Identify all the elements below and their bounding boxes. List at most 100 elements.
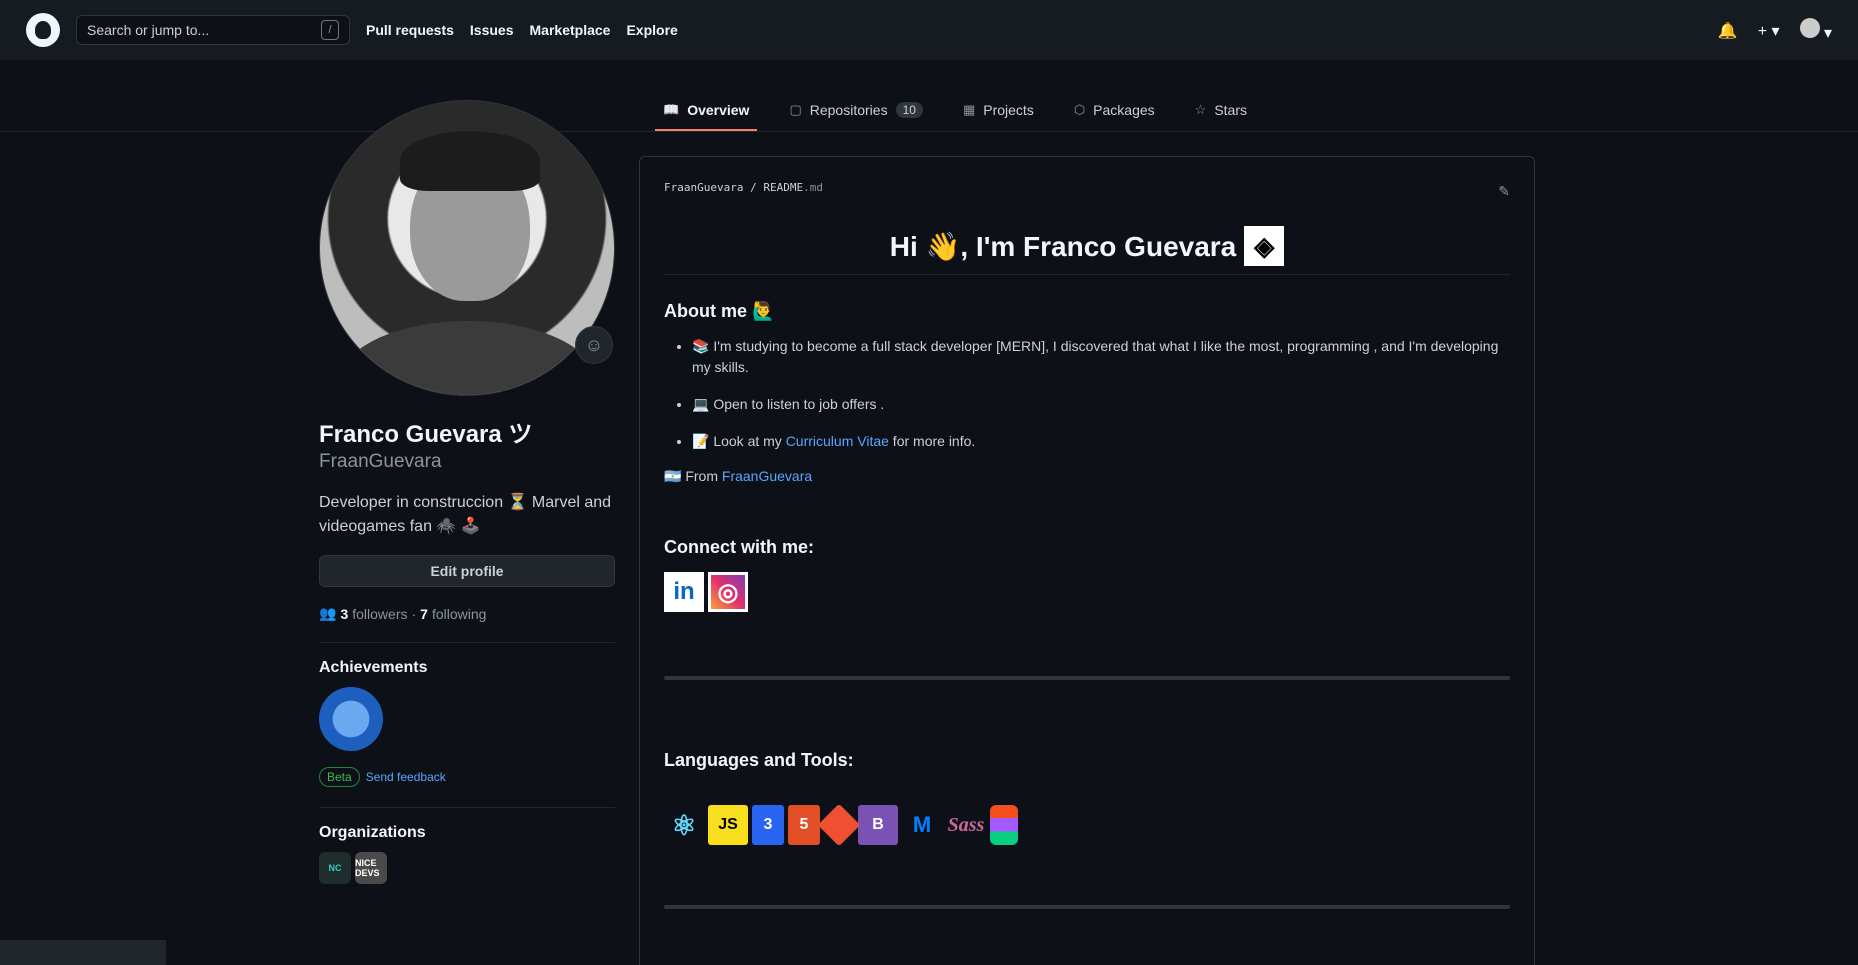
follow-stats: 👥 3 followers · 7 following: [319, 605, 615, 622]
package-icon: ⬡: [1073, 102, 1086, 117]
readme-owner[interactable]: FraanGuevara: [664, 181, 743, 194]
personal-logo-icon: ◈: [1244, 226, 1285, 266]
sass-icon[interactable]: Sass: [946, 805, 986, 845]
tab-projects[interactable]: ▦ Projects: [955, 90, 1042, 130]
bootstrap-icon[interactable]: B: [858, 805, 898, 845]
nav-issues[interactable]: Issues: [470, 22, 514, 38]
tab-repositories[interactable]: ▢ Repositories 10: [781, 90, 930, 130]
figma-icon[interactable]: [990, 805, 1018, 845]
top-header: Search or jump to... / Pull requests Iss…: [0, 0, 1858, 60]
repo-count-badge: 10: [895, 102, 923, 118]
html5-icon[interactable]: 5: [788, 805, 820, 845]
path-slash: /: [750, 181, 757, 194]
repo-icon: ▢: [789, 102, 802, 117]
people-icon: 👥: [319, 605, 337, 621]
profile-bio: Developer in construccion ⏳ Marvel and v…: [319, 494, 612, 535]
divider: [319, 642, 615, 643]
readme-box: FraanGuevara / README.md ✎ Hi 👋, I'm Fra…: [639, 156, 1535, 965]
slash-shortcut-badge: /: [321, 20, 339, 40]
git-icon[interactable]: [817, 803, 861, 847]
horizontal-rule: [664, 676, 1510, 680]
followers-count[interactable]: 3: [340, 606, 348, 622]
org-avatar[interactable]: NC: [319, 852, 351, 884]
linkedin-icon[interactable]: in: [664, 572, 704, 612]
item-text: 📝 Look at my: [692, 433, 786, 449]
languages-title: Languages and Tools:: [664, 750, 854, 770]
tab-stars[interactable]: ☆ Stars: [1187, 90, 1255, 130]
send-feedback-link[interactable]: Send feedback: [366, 770, 446, 784]
nav-pull-requests[interactable]: Pull requests: [366, 22, 454, 38]
avatar-body-shape: [340, 321, 596, 395]
readme-file[interactable]: README: [763, 181, 803, 194]
curriculum-vitae-link[interactable]: Curriculum Vitae: [786, 433, 889, 449]
tools-list: ⚛ JS 3 5 B M Sass: [664, 803, 1510, 847]
tab-overview[interactable]: 📖 Overview: [655, 90, 758, 131]
book-icon: 📖: [663, 102, 680, 117]
beta-label: Beta: [319, 767, 360, 787]
following-count[interactable]: 7: [420, 606, 428, 622]
header-actions: 🔔 + ▾ ▾: [1718, 18, 1832, 43]
greeting-text: Hi 👋, I'm Franco Guevara: [889, 230, 1237, 262]
profile-tabs: 📖 Overview ▢ Repositories 10 ▦ Projects …: [0, 60, 1858, 132]
nav-explore[interactable]: Explore: [626, 22, 677, 38]
following-link[interactable]: following: [432, 606, 486, 622]
about-list: 📚 I'm studying to become a full stack de…: [664, 336, 1510, 452]
chevron-down-icon: ▾: [1823, 25, 1832, 42]
flag-icon: 🇦🇷: [664, 468, 682, 484]
achievement-badge-icon[interactable]: [319, 687, 383, 751]
profile-full-name: Franco Guevara ツ: [319, 421, 533, 448]
top-nav: Pull requests Issues Marketplace Explore: [366, 22, 678, 38]
bottom-status-bar: [0, 940, 166, 965]
item-text: for more info.: [888, 433, 976, 449]
tab-label: Stars: [1214, 102, 1247, 118]
from-link[interactable]: FraanGuevara: [722, 468, 812, 484]
horizontal-rule: [664, 905, 1510, 909]
about-title: About me 🙋‍♂️: [664, 301, 775, 321]
github-logo-icon[interactable]: [26, 13, 60, 47]
readme-heading: Hi 👋, I'm Franco Guevara ◈: [664, 226, 1510, 275]
from-line: 🇦🇷 From FraanGuevara: [664, 468, 1510, 485]
javascript-icon[interactable]: JS: [708, 805, 748, 845]
list-item: 📚 I'm studying to become a full stack de…: [692, 336, 1510, 378]
avatar-hair-shape: [400, 131, 540, 191]
separator-dot: ·: [411, 605, 417, 622]
create-new-button[interactable]: + ▾: [1758, 21, 1780, 41]
search-placeholder: Search or jump to...: [87, 22, 210, 38]
avatar-icon: [1799, 18, 1820, 38]
organizations-title: Organizations: [319, 824, 426, 841]
profile-sidebar: ☺ Franco Guevara ツ FraanGuevara Develope…: [319, 100, 615, 884]
instagram-icon[interactable]: ◎: [708, 572, 748, 612]
react-icon[interactable]: ⚛: [664, 805, 704, 845]
org-avatar[interactable]: NICE DEVS: [355, 852, 387, 884]
css3-icon[interactable]: 3: [752, 805, 784, 845]
tab-packages[interactable]: ⬡ Packages: [1066, 90, 1163, 130]
tab-label: Overview: [687, 102, 750, 118]
edit-profile-button[interactable]: Edit profile: [319, 555, 615, 587]
from-text: From: [685, 468, 722, 484]
connect-title: Connect with me:: [664, 537, 815, 557]
table-icon: ▦: [962, 102, 976, 117]
star-icon: ☆: [1194, 102, 1207, 117]
tab-label: Projects: [983, 102, 1034, 118]
divider: [319, 807, 615, 808]
readme-path: FraanGuevara / README.md: [664, 181, 1510, 194]
set-status-smiley-icon[interactable]: ☺: [575, 326, 613, 364]
tab-label: Packages: [1093, 102, 1155, 118]
profile-username: FraanGuevara: [319, 451, 442, 472]
bell-icon[interactable]: 🔔: [1718, 21, 1738, 41]
readme-ext: .md: [803, 181, 823, 194]
pencil-icon[interactable]: ✎: [1498, 183, 1510, 200]
search-input[interactable]: Search or jump to... /: [76, 15, 350, 45]
mui-icon[interactable]: M: [902, 805, 942, 845]
beta-feedback-row: Beta Send feedback: [319, 767, 615, 787]
followers-link[interactable]: followers: [352, 606, 407, 622]
achievements-title: Achievements: [319, 659, 428, 676]
list-item: 📝 Look at my Curriculum Vitae for more i…: [692, 431, 1510, 452]
social-links: in ◎: [664, 572, 1510, 612]
profile-avatar[interactable]: [319, 100, 615, 396]
tab-label: Repositories: [809, 102, 888, 118]
nav-marketplace[interactable]: Marketplace: [530, 22, 611, 38]
user-menu[interactable]: ▾: [1799, 18, 1832, 43]
list-item: 💻 Open to listen to job offers .: [692, 394, 1510, 415]
organizations-list: NC NICE DEVS: [319, 852, 615, 884]
